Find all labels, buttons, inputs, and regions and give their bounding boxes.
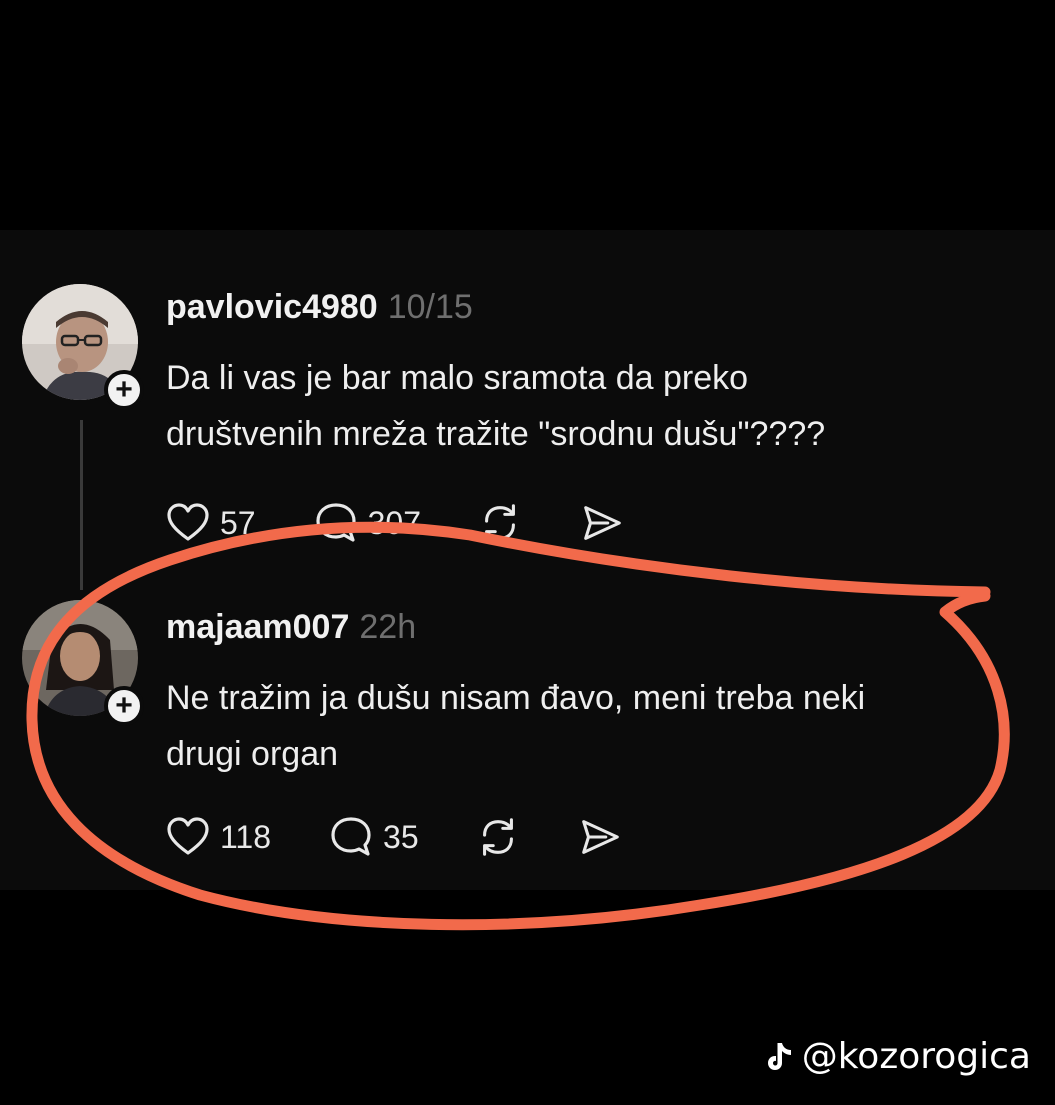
username[interactable]: pavlovic4980: [166, 288, 378, 326]
reply-button[interactable]: 307: [312, 499, 421, 547]
follow-plus-icon[interactable]: +: [104, 686, 144, 726]
like-count: 57: [220, 504, 256, 541]
thread-connector-line: [80, 420, 83, 590]
post-timestamp: 10/15: [387, 288, 473, 326]
post-header: pavlovic4980 10/15: [166, 288, 473, 327]
repost-icon: [485, 504, 515, 542]
thread-post: + majaam007 22h Ne tražim ja dušu nisam đ…: [0, 590, 1055, 880]
post-actions: 57 307: [164, 498, 681, 548]
post-text: Da li vas je bar malo sramota da preko d…: [166, 359, 826, 453]
share-icon: [581, 820, 619, 854]
thread-post: + pavlovic4980 10/15 Da li vas je bar mal…: [0, 270, 1055, 590]
post-header: majaam007 22h: [166, 608, 416, 647]
comment-icon: [331, 817, 371, 856]
post-text: Ne tražim ja dušu nisam đavo, meni treba…: [166, 679, 866, 773]
tiktok-icon: [767, 1042, 791, 1070]
reply-count: 35: [383, 818, 419, 855]
comment-icon: [315, 503, 356, 542]
watermark-handle: @kozorogica: [801, 1036, 1031, 1077]
like-count: 118: [220, 818, 272, 855]
repost-button[interactable]: [477, 500, 523, 546]
post-actions: 118 35: [164, 812, 679, 862]
share-button[interactable]: [579, 500, 625, 546]
username[interactable]: majaam007: [166, 608, 349, 646]
like-button[interactable]: 118: [164, 813, 271, 861]
post-timestamp: 22h: [359, 608, 417, 646]
follow-plus-icon[interactable]: +: [104, 370, 144, 410]
repost-icon: [482, 818, 513, 856]
like-button[interactable]: 57: [164, 499, 256, 547]
heart-icon: [167, 817, 209, 855]
screenshot-stage: + pavlovic4980 10/15 Da li vas je bar mal…: [0, 0, 1055, 1105]
reply-button[interactable]: 35: [327, 813, 419, 861]
share-button[interactable]: [577, 814, 623, 860]
reply-count: 307: [367, 504, 421, 541]
tiktok-watermark: @kozorogica: [762, 1036, 1031, 1077]
share-icon: [584, 506, 621, 540]
repost-button[interactable]: [475, 814, 521, 860]
heart-icon: [167, 503, 209, 541]
